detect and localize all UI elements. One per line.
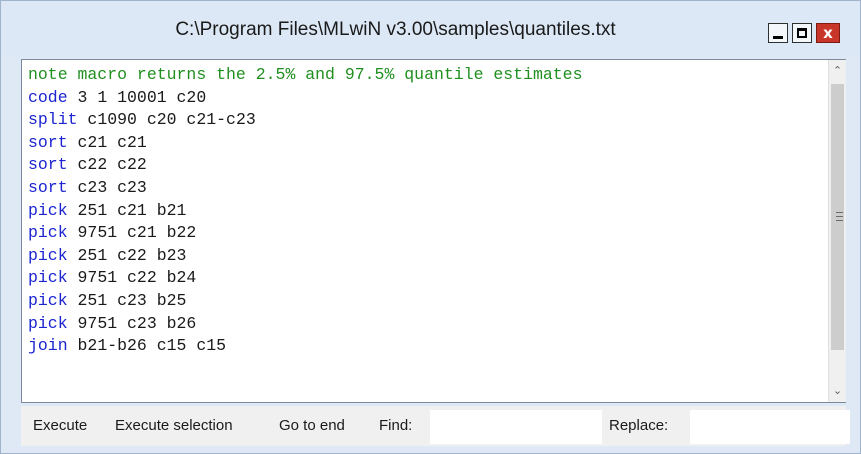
title-bar[interactable]: C:\Program Files\MLwiN v3.00\samples\qua… [1,1,860,57]
command-arguments: c1090 c20 c21-c23 [77,110,256,130]
code-line[interactable]: sort c21 c21 [28,132,583,155]
code-line[interactable]: pick 9751 c22 b24 [28,267,583,290]
code-line[interactable]: note macro returns the 2.5% and 97.5% qu… [28,64,583,87]
command-arguments: c22 c22 [67,155,147,175]
command-arguments: b21-b26 c15 c15 [67,336,227,356]
comment-text: note macro returns the 2.5% and 97.5% qu… [28,65,583,84]
maximize-icon [797,28,807,38]
command-keyword: pick [28,223,68,243]
command-arguments: 9751 c23 b26 [67,313,197,333]
code-line[interactable]: pick 251 c21 b21 [28,200,583,223]
command-keyword: split [28,110,78,130]
macro-editor-window: C:\Program Files\MLwiN v3.00\samples\qua… [0,0,861,454]
editor-toolbar: Execute Execute selection Go to end Find… [21,406,850,446]
replace-input[interactable] [690,410,850,444]
command-keyword: pick [28,200,68,220]
command-arguments: 9751 c21 b22 [67,223,197,243]
code-line[interactable]: code 3 1 10001 c20 [28,87,583,110]
scroll-up-icon[interactable]: ⌃ [829,62,846,80]
command-keyword: sort [28,155,68,175]
command-keyword: sort [28,177,68,197]
close-icon: x [823,24,833,42]
grip-icon [836,212,843,221]
code-editor[interactable]: note macro returns the 2.5% and 97.5% qu… [21,59,846,403]
code-line[interactable]: pick 9751 c23 b26 [28,313,583,336]
find-input[interactable] [430,410,602,444]
code-lines: note macro returns the 2.5% and 97.5% qu… [28,64,583,358]
command-keyword: sort [28,132,68,152]
command-arguments: 251 c21 b21 [67,200,187,220]
command-keyword: pick [28,245,68,265]
command-keyword: pick [28,313,68,333]
code-line[interactable]: pick 9751 c21 b22 [28,222,583,245]
code-line[interactable]: sort c22 c22 [28,154,583,177]
find-label: Find: [379,417,413,434]
command-arguments: c21 c21 [67,132,147,152]
command-arguments: 251 c22 b23 [67,245,187,265]
scrollbar-thumb[interactable] [831,84,844,350]
scroll-down-icon[interactable]: ⌄ [829,382,846,400]
go-to-end-button[interactable]: Go to end [279,417,345,434]
command-arguments: 9751 c22 b24 [67,268,197,288]
command-arguments: c23 c23 [67,177,147,197]
command-keyword: code [28,87,68,107]
execute-button[interactable]: Execute [33,417,87,434]
window-title: C:\Program Files\MLwiN v3.00\samples\qua… [175,19,616,40]
code-line[interactable]: split c1090 c20 c21-c23 [28,109,583,132]
command-keyword: pick [28,290,68,310]
execute-selection-button[interactable]: Execute selection [115,417,233,434]
code-line[interactable]: join b21-b26 c15 c15 [28,335,583,358]
close-button[interactable]: x [816,23,840,43]
minimize-button[interactable] [768,23,788,43]
command-arguments: 3 1 10001 c20 [67,87,207,107]
command-keyword: join [28,336,68,356]
replace-label: Replace: [609,417,669,434]
command-arguments: 251 c23 b25 [67,290,187,310]
maximize-button[interactable] [792,23,812,43]
vertical-scrollbar[interactable]: ⌃ ⌄ [828,60,846,402]
code-line[interactable]: pick 251 c22 b23 [28,245,583,268]
code-line[interactable]: sort c23 c23 [28,177,583,200]
command-keyword: pick [28,268,68,288]
code-line[interactable]: pick 251 c23 b25 [28,290,583,313]
minimize-icon [773,36,783,39]
